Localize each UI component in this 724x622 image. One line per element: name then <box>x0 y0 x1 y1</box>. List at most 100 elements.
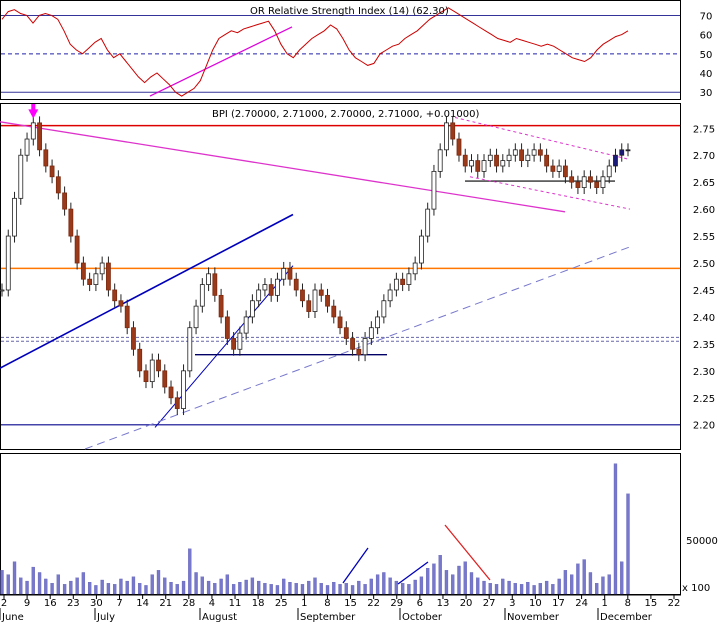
volume-bar <box>507 580 511 595</box>
price-tick-label: 2.70 <box>693 151 715 162</box>
volume-bar <box>576 563 580 595</box>
volume-bar <box>350 585 355 595</box>
volume-bar <box>269 584 273 595</box>
candle-body <box>174 397 180 409</box>
candle-body <box>43 149 49 167</box>
month-label: October <box>402 612 443 622</box>
volume-bar <box>319 583 323 595</box>
volume-bar <box>257 580 261 595</box>
volume-bar <box>213 583 217 595</box>
volume-bar <box>357 580 361 595</box>
price-tick-label: 2.30 <box>693 367 715 378</box>
month-label: July <box>96 612 115 622</box>
volume-bar <box>12 561 17 595</box>
candle-body <box>343 327 349 339</box>
candle-body <box>224 316 230 339</box>
volume-bar <box>25 580 29 595</box>
volume-bar <box>501 578 505 595</box>
candle-body <box>156 359 161 372</box>
volume-bar <box>238 582 242 595</box>
volume-bar <box>388 577 392 595</box>
candle-body <box>350 338 355 350</box>
candle-body <box>106 262 111 291</box>
volume-bar <box>119 578 123 595</box>
candle-body <box>137 348 143 372</box>
candle-body <box>256 289 262 302</box>
volume-bar <box>588 572 593 595</box>
candle-body <box>419 235 424 264</box>
candle-body <box>12 197 17 237</box>
candle-body <box>5 235 11 291</box>
volume-bar <box>44 578 48 595</box>
x-tick-label: 6 <box>417 598 423 609</box>
x-tick-label: 27 <box>483 598 496 609</box>
volume-bar <box>250 577 255 595</box>
candle-body <box>287 268 293 280</box>
volume-bar <box>81 572 86 595</box>
x-tick-label: 17 <box>552 598 565 609</box>
volume-bar <box>181 580 186 595</box>
candle-body <box>143 370 149 383</box>
volume-bar <box>444 570 449 595</box>
candle-body <box>281 268 287 280</box>
volume-bar <box>369 578 373 595</box>
candle-body <box>613 154 618 167</box>
volume-bar <box>463 561 467 595</box>
x-tick-label: 1 <box>602 598 608 609</box>
x-tick-label: 30 <box>90 598 103 609</box>
x-tick-label: 8 <box>625 598 631 609</box>
candle-body <box>30 122 36 140</box>
volume-bar <box>363 584 367 595</box>
x-tick-label: 22 <box>367 598 380 609</box>
volume-bar <box>231 584 236 595</box>
candle-body <box>49 165 55 178</box>
candle-body <box>563 165 568 178</box>
volume-bar <box>94 585 98 595</box>
volume-bar <box>469 572 474 595</box>
candle-body <box>0 289 5 292</box>
volume-bar <box>476 577 480 595</box>
candle-body <box>381 300 387 318</box>
volume-bar <box>494 584 499 595</box>
x-tick-label: 16 <box>44 598 57 609</box>
candle-body <box>218 294 224 318</box>
volume-bar <box>526 582 530 595</box>
volume-bar <box>206 580 211 595</box>
price-tick-label: 2.20 <box>693 421 715 432</box>
x-tick-label: 7 <box>116 598 122 609</box>
price-tick-label: 2.25 <box>693 394 715 405</box>
volume-bar <box>532 585 536 595</box>
volume-bar <box>613 463 618 595</box>
candle-body <box>118 300 124 307</box>
volume-bar <box>313 577 317 595</box>
price-tick-label: 2.35 <box>693 340 715 351</box>
candle-body <box>494 154 499 167</box>
volume-bar <box>150 574 154 595</box>
volume-bar <box>294 583 298 595</box>
rsi-tick-label: 60 <box>700 31 713 42</box>
volume-bar <box>382 572 386 595</box>
month-label: November <box>507 612 560 622</box>
candle-body <box>300 289 305 302</box>
candle-body <box>249 300 255 318</box>
candle-body <box>293 278 299 291</box>
volume-bar <box>37 572 42 595</box>
volume-bar <box>570 574 574 595</box>
candle-body <box>481 160 487 172</box>
volume-bar <box>563 570 568 595</box>
x-tick-label: 15 <box>645 598 658 609</box>
candle-body <box>80 262 86 280</box>
volume-bar <box>169 582 173 595</box>
volume-bar <box>451 574 455 595</box>
candle-body <box>506 154 512 162</box>
volume-bar <box>582 559 586 595</box>
volume-bar <box>163 577 167 595</box>
candle-body <box>625 149 631 152</box>
volume-bar <box>300 584 305 595</box>
candle-body <box>356 348 362 356</box>
x-tick-label: 13 <box>437 598 450 609</box>
volume-bar <box>288 582 292 595</box>
volume-bar <box>626 493 630 595</box>
volume-bar <box>432 563 436 595</box>
candle-body <box>199 284 205 307</box>
